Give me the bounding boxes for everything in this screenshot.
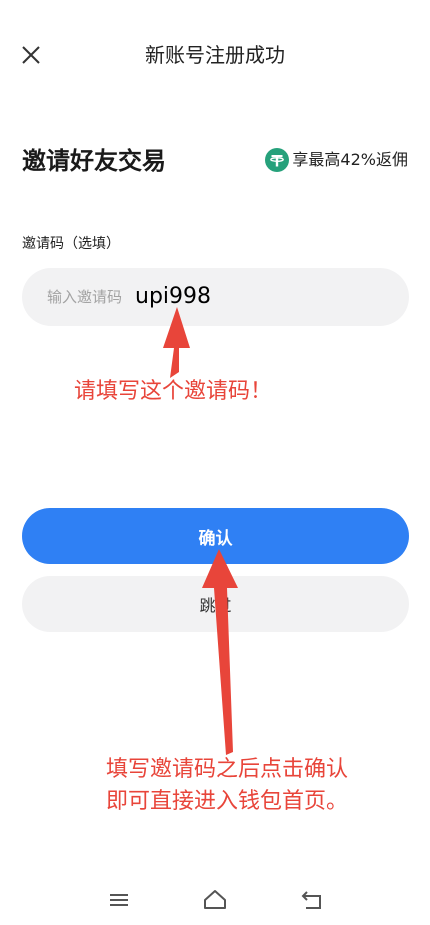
back-icon xyxy=(301,891,321,909)
invite-code-input[interactable] xyxy=(22,268,409,326)
tether-icon xyxy=(265,148,290,172)
annotation-fill-code: 请填写这个邀请码！ xyxy=(74,379,273,404)
handwritten-invite-code: upi998 xyxy=(135,284,212,309)
nav-back-button[interactable] xyxy=(298,886,326,914)
invite-code-label: 邀请码（选填） xyxy=(22,236,120,252)
page-title: 新账号注册成功 xyxy=(145,43,285,67)
rebate-text: 享最高42%返佣 xyxy=(292,150,408,169)
menu-icon xyxy=(110,894,128,906)
rebate-badge: 享最高42%返佣 xyxy=(265,147,408,173)
nav-home-button[interactable] xyxy=(201,886,229,914)
skip-button[interactable]: 跳过 xyxy=(22,576,409,632)
nav-menu-button[interactable] xyxy=(105,886,133,914)
section-title: 邀请好友交易 xyxy=(22,147,166,175)
home-icon xyxy=(204,890,226,909)
annotation-instruction-line2: 即可直接进入钱包首页。 xyxy=(106,789,349,814)
annotation-instruction-line1: 填写邀请码之后点击确认 xyxy=(106,757,349,782)
confirm-button[interactable]: 确认 xyxy=(22,508,409,564)
